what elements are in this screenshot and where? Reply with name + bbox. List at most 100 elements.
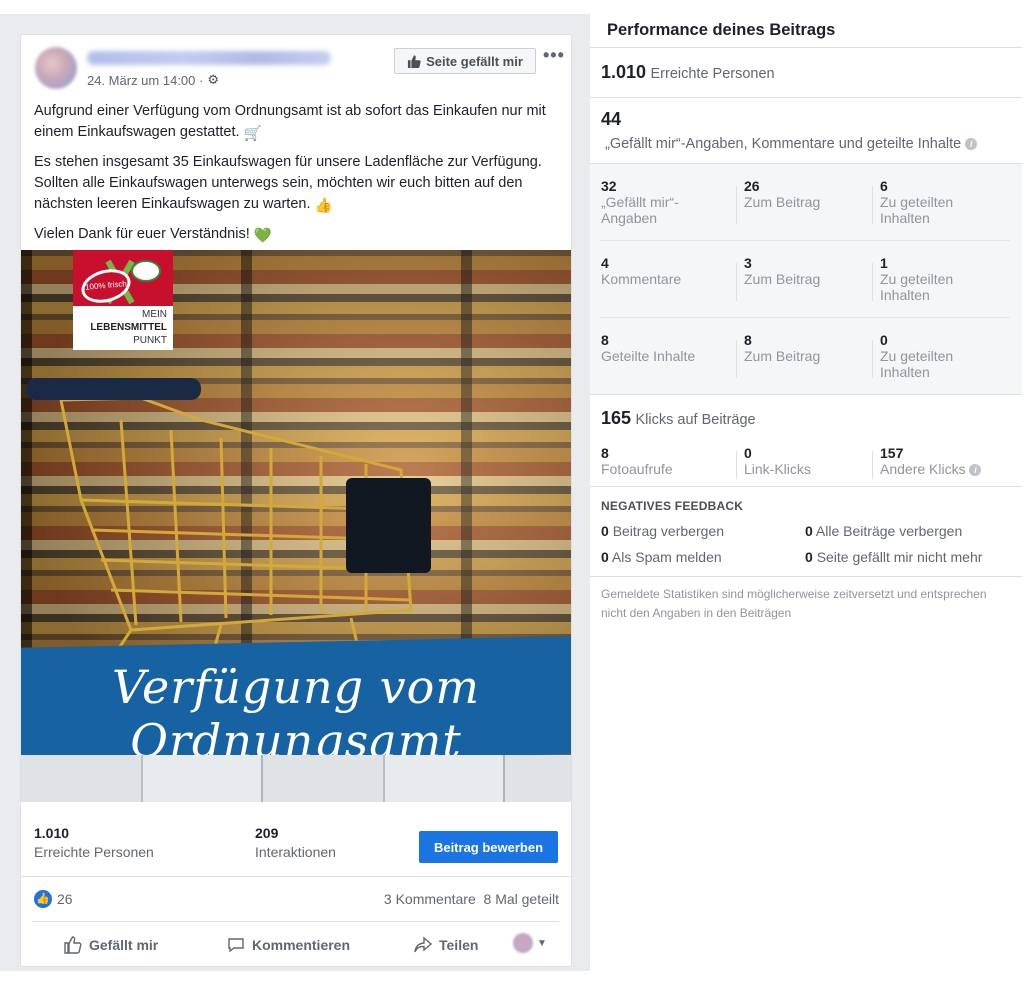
post-paragraph-2: Es stehen insgesamt 35 Einkaufswagen für…	[34, 152, 554, 217]
chevron-down-icon: ▼	[537, 937, 547, 949]
thumbs-up-outline-icon	[64, 936, 82, 954]
reactions-row: 👍 26 3 Kommentare 8 Mal geteilt	[33, 877, 559, 922]
post-card: 24. März um 14:00 · ⚙ Seite gefällt mir …	[20, 34, 572, 967]
post-paragraph-3: Vielen Dank für euer Verständnis! 💚	[34, 224, 554, 247]
reach-total: 1.010	[601, 62, 647, 82]
shares-shared-label: Zu geteilten Inhalten	[880, 348, 954, 380]
image-banner-text: Verfügung vom Ordnungsamt	[112, 660, 480, 768]
clicks-line: 165 Klicks auf Beiträge	[601, 408, 756, 429]
report-spam-label: Als Spam melden	[611, 549, 722, 565]
likes-total-label: „Gefällt mir“-Angaben	[601, 194, 679, 226]
negative-feedback-title: NEGATIVES FEEDBACK	[601, 499, 744, 513]
likes-shared-cell: 6 Zu geteilten Inhalten	[880, 178, 1000, 226]
thumbs-up-icon	[408, 54, 421, 68]
page-avatar[interactable]	[35, 47, 77, 89]
share-arrow-icon	[414, 936, 433, 953]
logo-leaf-icon	[131, 260, 161, 282]
post-header: 24. März um 14:00 · ⚙ Seite gefällt mir …	[21, 35, 571, 95]
likes-total: 32	[601, 178, 617, 194]
thumbs-up-emoji-icon: 👍	[314, 198, 333, 214]
interactions-label: Interaktionen	[255, 844, 336, 860]
column-divider	[736, 263, 737, 301]
like-page-button[interactable]: Seite gefällt mir	[394, 48, 536, 74]
shopping-cart-illustration	[26, 378, 431, 660]
hide-post-label: Beitrag verbergen	[612, 523, 724, 539]
photo-views-label: Fotoaufrufe	[601, 461, 673, 477]
shares-shared: 0	[880, 332, 888, 348]
comments-shared-cell: 1 Zu geteilten Inhalten	[880, 255, 1000, 303]
comment-action-button[interactable]: Kommentieren	[226, 935, 350, 955]
post-paragraph-1: Aufgrund einer Verfügung vom Ordnungsamt…	[34, 101, 554, 145]
other-clicks: 157	[880, 445, 904, 461]
comments-count[interactable]: 3 Kommentare	[384, 891, 476, 907]
post-image[interactable]: 100% frisch MEIN LEBENSMITTEL PUNKT Verf…	[21, 250, 571, 802]
column-divider	[872, 340, 873, 378]
like-action-label: Gefällt mir	[89, 937, 159, 953]
engagement-label-line: „Gefällt mir“-Angaben, Kommentare und ge…	[605, 136, 978, 152]
clicks-total: 165	[601, 408, 632, 428]
column-divider	[872, 263, 873, 301]
row-divider	[600, 317, 1010, 318]
engagement-label: „Gefällt mir“-Angaben, Kommentare und ge…	[605, 136, 962, 152]
reaction-count[interactable]: 26	[57, 891, 73, 907]
comments-row: 4 Kommentare 3 Zum Beitrag 1 Zu geteilten I…	[590, 255, 1022, 317]
post-text: Aufgrund einer Verfügung vom Ordnungsamt…	[34, 101, 554, 254]
gear-icon[interactable]: ⚙	[207, 72, 219, 88]
post-paragraph-3-text: Vielen Dank für euer Verständnis!	[34, 226, 250, 242]
footnote: Gemeldete Statistiken sind möglicherweis…	[601, 587, 987, 620]
likes-post-cell: 26 Zum Beitrag	[744, 178, 864, 210]
footnote-divider	[590, 576, 1022, 577]
share-action-button[interactable]: Teilen	[413, 935, 478, 955]
comments-total-cell: 4 Kommentare	[601, 255, 721, 287]
hide-all-label: Alle Beiträge verbergen	[815, 523, 963, 539]
comments-shared-label: Zu geteilten Inhalten	[880, 271, 954, 303]
wood-planks	[21, 755, 571, 802]
engagement-breakdown: 32 „Gefällt mir“-Angaben 26 Zum Beitrag 6Z…	[590, 163, 1022, 394]
likes-shared-label: Zu geteilten Inhalten	[880, 194, 954, 226]
more-options-icon[interactable]: •••	[543, 45, 565, 66]
likes-total-cell: 32 „Gefällt mir“-Angaben	[601, 178, 721, 226]
page-name-blurred[interactable]	[87, 51, 331, 65]
logo-line-2: LEBENSMITTEL	[90, 322, 167, 333]
shares-post: 8	[744, 332, 752, 348]
audience-selector[interactable]: ▼	[513, 933, 547, 953]
likes-post-label: Zum Beitrag	[744, 194, 821, 210]
reach-label: Erreichte Personen	[34, 844, 154, 860]
photo-views-cell: 8 Fotoaufrufe	[601, 445, 721, 477]
engagement-total: 44	[601, 109, 622, 129]
hide-post-value: 0	[601, 523, 609, 539]
performance-title: Performance deines Beitrags	[607, 21, 836, 39]
performance-panel: Performance deines Beitrags 1.010 Erreic…	[590, 14, 1024, 620]
interactions-stat: 209 Interaktionen	[255, 824, 336, 862]
comments-post-label: Zum Beitrag	[744, 271, 821, 287]
likes-row: 32 „Gefällt mir“-Angaben 26 Zum Beitrag 6Z…	[590, 178, 1022, 240]
logo-text: MEIN LEBENSMITTEL PUNKT	[73, 308, 173, 347]
post-meta: 24. März um 14:00 · ⚙	[87, 72, 219, 88]
reach-section: 1.010 Erreichte Personen	[590, 47, 1022, 97]
reach-total-label: Erreichte Personen	[650, 66, 775, 82]
row-divider	[600, 240, 1010, 241]
engagement-section: 44 „Gefällt mir“-Angaben, Kommentare und…	[590, 97, 1022, 163]
clicks-section: 165 Klicks auf Beiträge 8 Fotoaufrufe 0 Li…	[590, 394, 1022, 486]
shares-total: 8	[601, 332, 609, 348]
info-icon[interactable]: i	[965, 138, 978, 150]
column-divider	[736, 186, 737, 224]
column-divider	[736, 340, 737, 378]
like-action-button[interactable]: Gefällt mir	[63, 935, 158, 955]
comments-shared: 1	[880, 255, 888, 271]
shares-post-cell: 8 Zum Beitrag	[744, 332, 864, 364]
boost-post-button[interactable]: Beitrag bewerben	[419, 831, 558, 863]
audience-avatar	[513, 933, 533, 953]
column-divider	[872, 186, 873, 224]
shopping-cart-emoji-icon: 🛒	[243, 126, 262, 142]
post-actions: Gefällt mir Kommentieren Teilen ▼	[33, 923, 559, 967]
link-clicks: 0	[744, 445, 752, 461]
like-reaction-icon[interactable]: 👍	[34, 890, 52, 908]
post-date[interactable]: 24. März um 14:00 ·	[87, 73, 203, 88]
column-divider	[872, 451, 873, 479]
shares-count[interactable]: 8 Mal geteilt	[484, 891, 559, 907]
report-spam-stat: 0 Als Spam melden	[601, 549, 722, 565]
other-clicks-label-line: Andere Klicks i	[880, 461, 1020, 477]
shares-post-label: Zum Beitrag	[744, 348, 821, 364]
info-icon[interactable]: i	[969, 464, 982, 476]
